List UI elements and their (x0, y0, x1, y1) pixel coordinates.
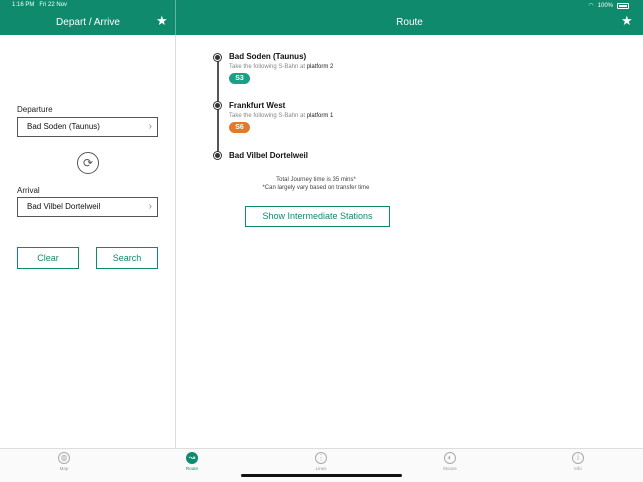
battery-icon (617, 2, 629, 9)
tab-route[interactable]: ↝ Route (162, 452, 222, 471)
status-indicators: ◠ 100% (588, 2, 629, 9)
favorites-star-icon[interactable]: ★ (156, 13, 168, 29)
stop-name: Bad Vilbel Dortelweil (229, 151, 308, 160)
depart-arrive-title: Depart / Arrive (56, 17, 120, 28)
status-time: 1:16 PM Fri 22 Nov (12, 2, 68, 8)
tab-info[interactable]: i Info (548, 452, 608, 471)
navigation-bar: 1:16 PM Fri 22 Nov ◠ 100% Depart / Arriv… (0, 0, 643, 35)
journey-disclaimer: *Can largely vary based on transfer time (262, 185, 370, 191)
journey-time: Total Journey time is 35 mins* (276, 177, 356, 183)
chevron-right-icon: › (148, 201, 152, 212)
stop-dot (214, 102, 221, 109)
arrival-label: Arrival (17, 186, 40, 195)
arrival-select[interactable]: Bad Vilbel Dortelweil › (17, 197, 158, 217)
add-favorite-star-icon[interactable]: ★ (621, 13, 633, 29)
route-icon: ↝ (186, 452, 198, 464)
tab-moove[interactable]: ◐ Moove (420, 452, 480, 471)
home-indicator (241, 474, 402, 477)
compass-icon: ◐ (444, 452, 456, 464)
info-icon: i (572, 452, 584, 464)
show-intermediate-stations-button[interactable]: Show Intermediate Stations (245, 206, 390, 227)
clear-button[interactable]: Clear (17, 247, 79, 269)
stop-dot (214, 54, 221, 61)
wifi-icon: ◠ (588, 3, 594, 9)
globe-icon: ◍ (58, 452, 70, 464)
tab-lines[interactable]: ⋮ Lines (291, 452, 351, 471)
stop-name: Bad Soden (Taunus) (229, 52, 307, 61)
line-badge-s3: S3 (229, 73, 250, 84)
chevron-right-icon: › (148, 121, 152, 132)
search-button[interactable]: Search (96, 247, 158, 269)
grid-icon: ⋮ (315, 452, 327, 464)
depart-arrive-panel (0, 35, 176, 448)
route-title: Route (396, 17, 423, 28)
refresh-icon: ⟳ (82, 156, 94, 170)
line-badge-s6: S6 (229, 122, 250, 133)
swap-stations-button[interactable]: ⟳ (77, 152, 99, 174)
stop-instruction: Take the following S-Bahn at platform 1 (229, 113, 334, 119)
departure-select[interactable]: Bad Soden (Taunus) › (17, 117, 158, 137)
arrival-value: Bad Vilbel Dortelweil (27, 202, 101, 211)
battery-percent: 100% (597, 2, 613, 9)
stop-instruction: Take the following S-Bahn at platform 2 (229, 64, 334, 70)
departure-value: Bad Soden (Taunus) (27, 122, 100, 131)
stop-dot (214, 152, 221, 159)
departure-label: Departure (17, 105, 53, 114)
stop-name: Frankfurt West (229, 101, 286, 110)
tab-map[interactable]: ◍ Map (34, 452, 94, 471)
